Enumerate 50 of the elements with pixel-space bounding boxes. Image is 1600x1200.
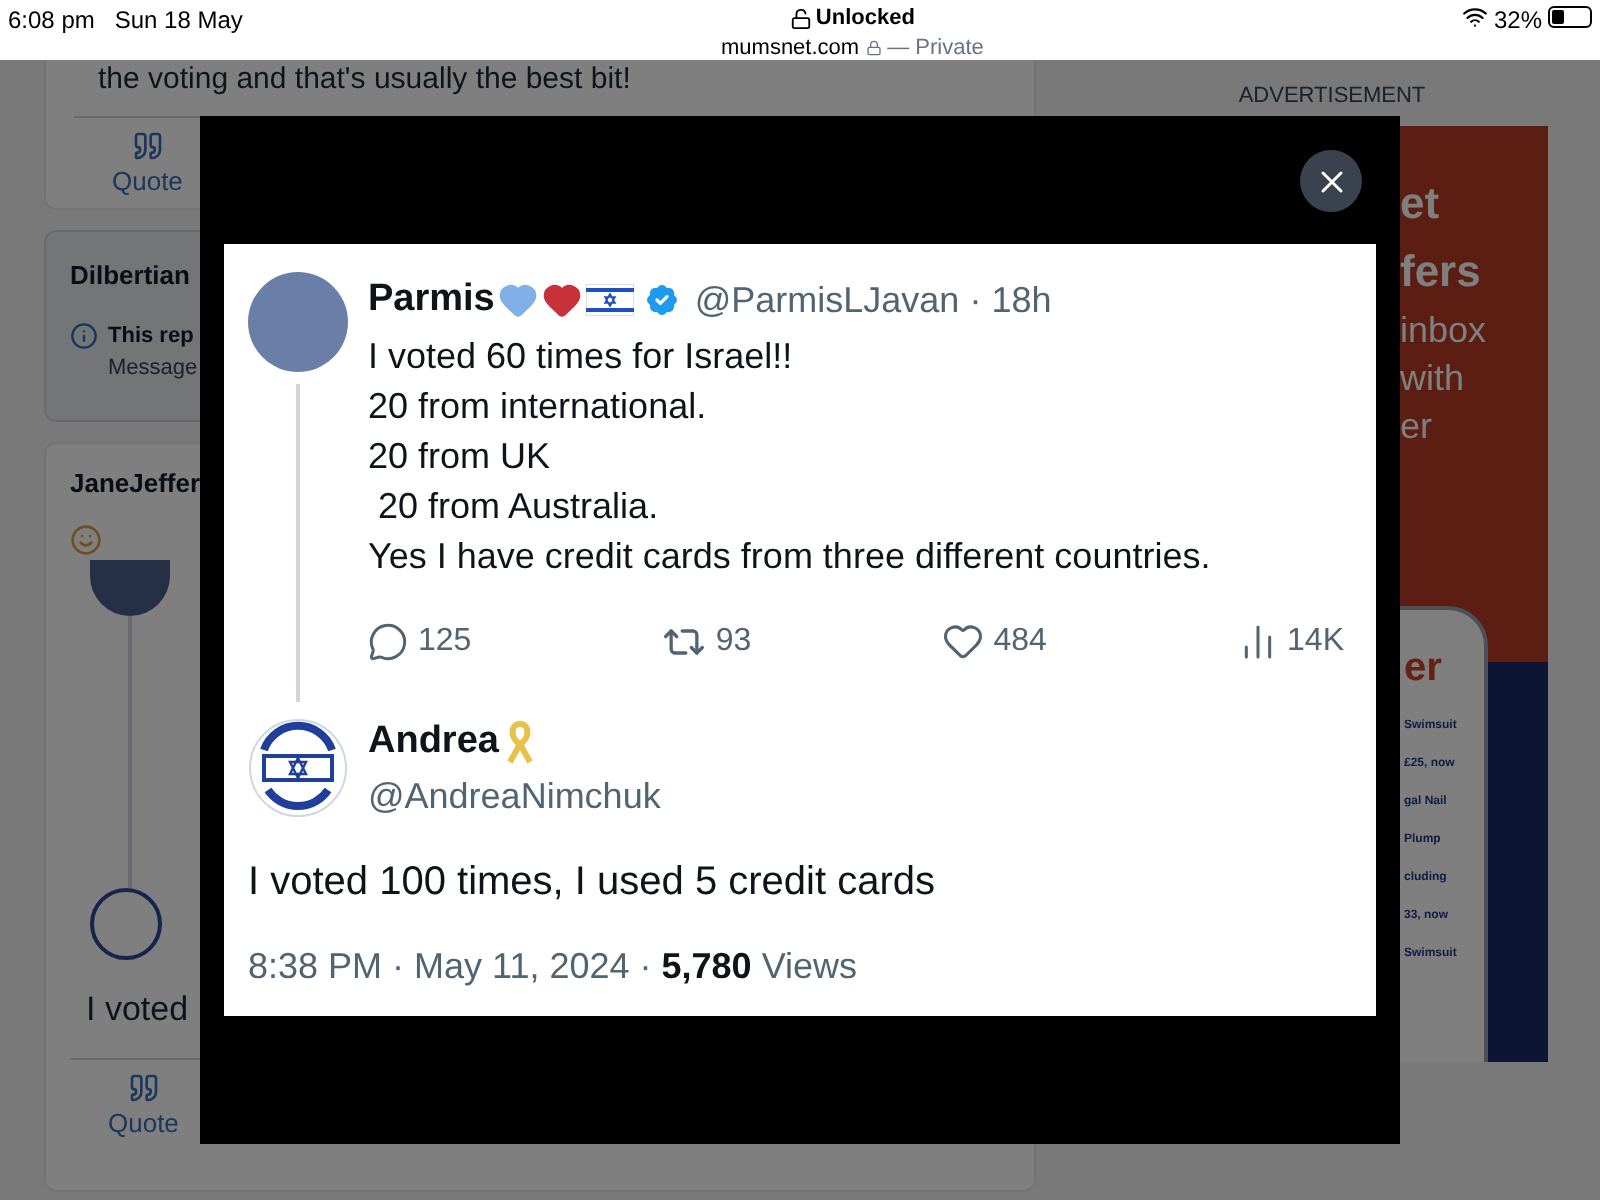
- ribbon-icon: [506, 719, 535, 764]
- battery-icon: [1548, 6, 1592, 28]
- quote-icon: [131, 129, 164, 161]
- stat-count: 14K: [1287, 621, 1344, 661]
- unlocked-padlock-icon: [789, 7, 812, 30]
- info-icon: [70, 321, 98, 350]
- post-text: the voting and that's usually the best bit!: [96, 60, 633, 100]
- private-label: — Private: [887, 33, 984, 63]
- quote-icon: [127, 1072, 160, 1104]
- embed-text: I voted: [86, 987, 189, 1031]
- tweet-text-line: 20 from international.: [368, 383, 709, 429]
- heart-icon: [498, 280, 539, 321]
- smiley-icon: [70, 523, 102, 555]
- close-button[interactable]: [1300, 150, 1362, 212]
- advert-headline: fers: [1400, 243, 1483, 299]
- tweet-text-line: I voted 60 times for Israel!!: [368, 333, 795, 379]
- post-author[interactable]: Dilbertian: [70, 256, 190, 295]
- lock-status: Unlocked: [815, 4, 915, 34]
- flag-icon: [586, 284, 635, 317]
- advert-label: ADVERTISEMENT: [1238, 82, 1426, 112]
- speech-bubble-icon[interactable]: [368, 621, 408, 661]
- advert-headline: et: [1400, 175, 1442, 231]
- reply-text: I voted 100 times, I used 5 credit cards: [248, 858, 936, 908]
- tweet-text-line: 20 from Australia.: [376, 483, 661, 529]
- notice-text: Message: [108, 354, 198, 384]
- padlock-icon: [865, 39, 882, 56]
- stat-count: 125: [418, 621, 472, 661]
- advert-headline: inbox: [1400, 307, 1489, 353]
- advert-headline: er: [1400, 403, 1435, 449]
- heart-icon: [542, 280, 583, 321]
- stat-count: 484: [993, 621, 1047, 661]
- url-text[interactable]: mumsnet.com: [721, 31, 860, 64]
- star-badge-avatar: [248, 718, 348, 819]
- reply-author-name[interactable]: Andrea: [368, 713, 499, 770]
- notice-title: This rep: [108, 321, 194, 351]
- verified-badge-icon: [642, 280, 683, 321]
- tweet-handle[interactable]: @ParmisLJavan · 18h: [694, 273, 1052, 328]
- status-time: 6:08 pm: [8, 4, 95, 38]
- tweet-author-name[interactable]: Parmis: [368, 272, 495, 329]
- tweet-text-line: 20 from UK: [368, 433, 553, 479]
- post-author[interactable]: JaneJeffer: [70, 464, 201, 503]
- heart-icon[interactable]: [941, 620, 984, 662]
- battery-percent: 32%: [1493, 4, 1542, 38]
- phone-title: er: [1404, 643, 1444, 693]
- reply-timestamp: 8:38 PM · May 11, 2024 · 5,780 Views: [248, 944, 858, 990]
- reply-handle[interactable]: @AndreaNimchuk: [368, 770, 661, 824]
- advert-headline: with: [1400, 355, 1467, 401]
- status-date: Sun 18 May: [114, 4, 243, 38]
- stat-count: 93: [715, 621, 752, 661]
- tweet-text-line: Yes I have credit cards from three different countries.: [368, 533, 1213, 579]
